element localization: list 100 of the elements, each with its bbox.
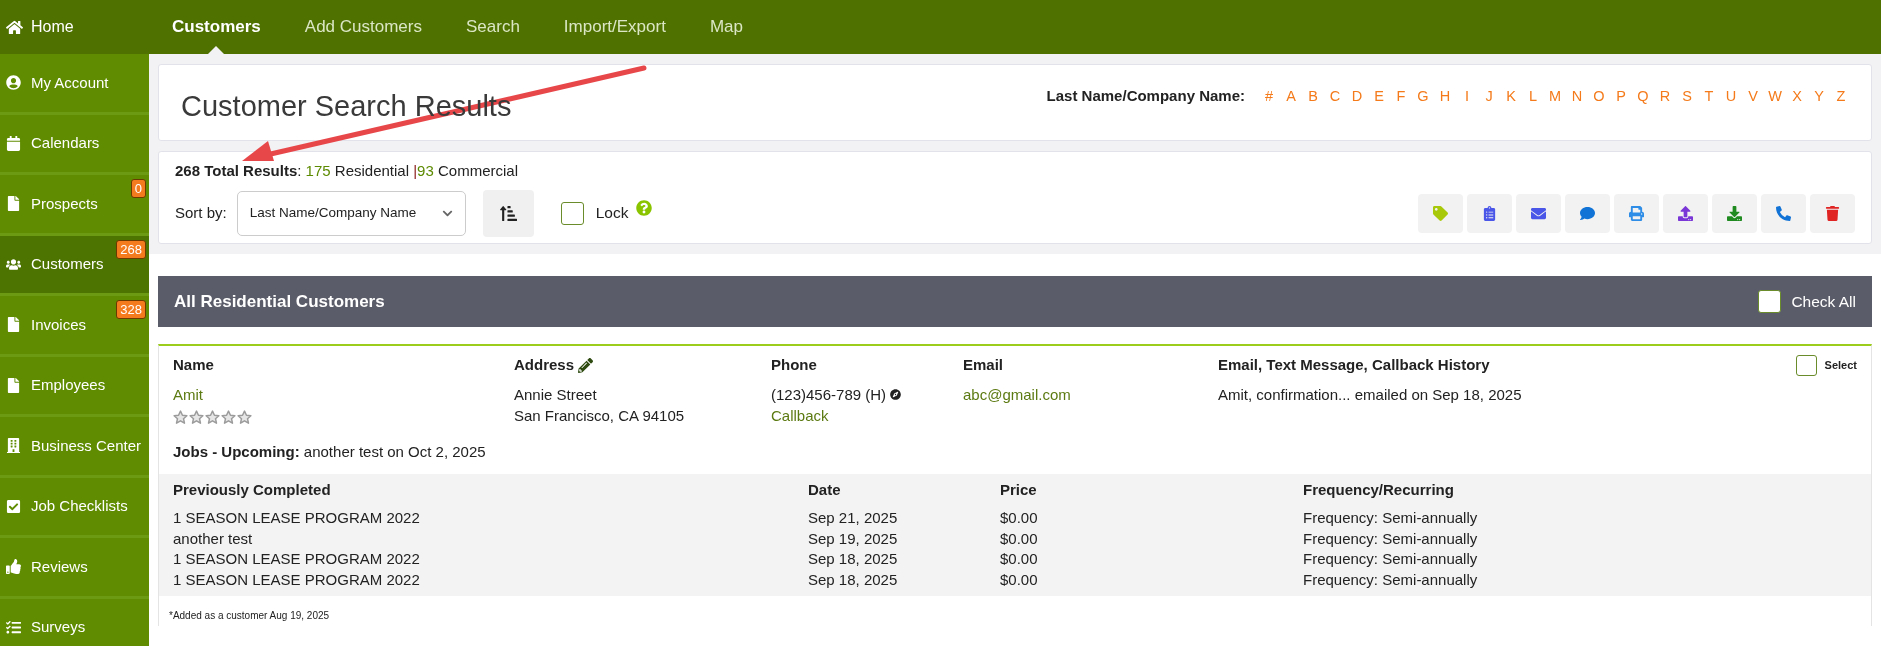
sidebar-item[interactable]: Calendars bbox=[0, 114, 149, 175]
column-heading: Price bbox=[1000, 479, 1038, 500]
checklist-icon bbox=[6, 619, 21, 635]
nav-tab[interactable]: Search bbox=[466, 0, 520, 54]
check-all-label: Check All bbox=[1791, 291, 1856, 312]
letter-link[interactable]: I bbox=[1459, 85, 1475, 108]
table-cell-text: $0.00 bbox=[1000, 508, 1039, 528]
phone-number: (123)456-789 (H) bbox=[771, 385, 887, 405]
print-button[interactable] bbox=[1614, 193, 1659, 233]
download-button[interactable] bbox=[1712, 193, 1757, 233]
count-badge: 0 bbox=[130, 179, 146, 198]
table-cell-text: Frequency: Semi-annually bbox=[1303, 508, 1479, 528]
letter-link[interactable]: R bbox=[1657, 85, 1673, 108]
letter-link[interactable]: U bbox=[1723, 85, 1739, 108]
sort-order-button[interactable] bbox=[482, 189, 534, 237]
download-icon bbox=[1727, 205, 1742, 221]
message-button[interactable] bbox=[1565, 193, 1610, 233]
nav-tab[interactable]: Import/Export bbox=[563, 0, 666, 54]
column-heading: Phone bbox=[771, 354, 817, 375]
checkbox-icon bbox=[6, 498, 21, 514]
compass-icon[interactable] bbox=[890, 389, 902, 400]
sidebar-label: My Account bbox=[31, 72, 109, 93]
upload-button[interactable] bbox=[1663, 193, 1708, 233]
table-cell-text: $0.00 bbox=[1000, 528, 1039, 549]
table-cell-text: Frequency: Semi-annually bbox=[1303, 569, 1479, 590]
star-icon bbox=[237, 409, 252, 425]
sort-icon bbox=[499, 204, 517, 222]
delete-button[interactable] bbox=[1810, 193, 1855, 233]
filter-label: Last Name/Company Name: bbox=[1046, 86, 1245, 107]
table-cell-text: Sep 19, 2025 bbox=[808, 528, 899, 549]
letter-link[interactable]: Z bbox=[1833, 85, 1849, 108]
sort-dropdown[interactable]: Last Name/Company Name bbox=[236, 190, 466, 236]
letter-link[interactable]: D bbox=[1349, 85, 1365, 108]
lock-label: Lock bbox=[595, 203, 629, 224]
letter-link[interactable]: Y bbox=[1811, 85, 1827, 108]
nav-tab[interactable]: Add Customers bbox=[304, 0, 422, 54]
letter-link[interactable]: M bbox=[1547, 85, 1563, 108]
document-icon bbox=[6, 377, 21, 393]
added-note: *Added as a customer Aug 19, 2025 bbox=[169, 610, 330, 621]
results-summary: 268 Total Results: 175 Residential |93 Commercial bbox=[175, 161, 519, 181]
sidebar-item[interactable]: My Account bbox=[0, 54, 149, 115]
table-cell-text: Frequency: Semi-annually bbox=[1303, 528, 1479, 549]
count-badge: 328 bbox=[116, 300, 146, 319]
sidebar-label: Surveys bbox=[31, 617, 86, 637]
home-link[interactable]: Home bbox=[0, 0, 149, 54]
call-button[interactable] bbox=[1761, 193, 1806, 233]
letter-link[interactable]: P bbox=[1613, 85, 1629, 108]
column-heading: Address bbox=[514, 354, 575, 375]
sidebar-label: Job Checklists bbox=[31, 496, 128, 516]
tag-icon bbox=[1433, 205, 1448, 221]
table-cell-text: $0.00 bbox=[1000, 549, 1039, 569]
star-rating[interactable] bbox=[173, 409, 252, 425]
people-icon bbox=[6, 256, 21, 272]
letter-link[interactable]: S bbox=[1679, 85, 1695, 108]
home-icon bbox=[6, 18, 23, 36]
letter-link[interactable]: K bbox=[1503, 85, 1519, 108]
address-line: Annie Street bbox=[514, 385, 598, 405]
letter-link[interactable]: A bbox=[1283, 85, 1299, 108]
sidebar-item[interactable]: Customers 268 bbox=[0, 235, 149, 296]
letter-link[interactable]: F bbox=[1393, 85, 1409, 108]
sidebar-label: Employees bbox=[31, 375, 106, 395]
letter-link[interactable]: G bbox=[1415, 85, 1431, 108]
table-cell-text: 1 SEASON LEASE PROGRAM 2022 bbox=[173, 569, 421, 590]
letter-link[interactable]: B bbox=[1305, 85, 1321, 108]
column-heading: Email, Text Message, Callback History bbox=[1218, 354, 1490, 375]
letter-link[interactable]: X bbox=[1789, 85, 1805, 108]
select-checkbox[interactable] bbox=[1795, 354, 1817, 376]
letter-link[interactable]: W bbox=[1767, 85, 1783, 108]
column-heading: Email bbox=[963, 354, 1004, 375]
check-all-checkbox[interactable] bbox=[1758, 290, 1782, 313]
document-icon bbox=[6, 317, 21, 333]
table-cell-text: Sep 18, 2025 bbox=[808, 549, 899, 569]
letter-link[interactable]: N bbox=[1569, 85, 1585, 108]
letter-link[interactable]: C bbox=[1327, 85, 1343, 108]
email-link[interactable]: abc@gmail.com bbox=[963, 386, 1071, 403]
letter-link[interactable]: T bbox=[1701, 85, 1717, 108]
letter-link[interactable]: L bbox=[1525, 85, 1541, 108]
nav-tab[interactable]: Map bbox=[709, 0, 743, 54]
letter-link[interactable]: E bbox=[1371, 85, 1387, 108]
pencil-icon[interactable] bbox=[578, 357, 594, 373]
letter-link[interactable]: J bbox=[1481, 85, 1497, 108]
letter-link[interactable]: Q bbox=[1635, 85, 1651, 108]
upload-icon bbox=[1678, 205, 1693, 221]
table-cell-text: another test bbox=[173, 528, 254, 549]
letter-link[interactable]: O bbox=[1591, 85, 1607, 108]
address-line: San Francisco, CA 94105 bbox=[514, 406, 686, 426]
nav-tab[interactable]: Customers bbox=[172, 0, 261, 54]
clipboard-icon bbox=[1482, 205, 1497, 221]
letter-link[interactable]: H bbox=[1437, 85, 1453, 108]
table-cell-text: Frequency: Semi-annually bbox=[1303, 549, 1479, 569]
letter-link[interactable]: # bbox=[1261, 85, 1277, 108]
sidebar-label: Business Center bbox=[31, 435, 142, 456]
star-icon bbox=[205, 409, 220, 425]
phone-icon bbox=[1776, 205, 1791, 221]
clipboard-button[interactable] bbox=[1467, 193, 1512, 233]
email-button[interactable] bbox=[1516, 193, 1561, 233]
callback-link[interactable]: Callback bbox=[771, 405, 829, 426]
lock-checkbox[interactable] bbox=[560, 201, 584, 225]
customer-name-link[interactable]: Amit bbox=[173, 384, 514, 407]
letter-link[interactable]: V bbox=[1745, 85, 1761, 108]
